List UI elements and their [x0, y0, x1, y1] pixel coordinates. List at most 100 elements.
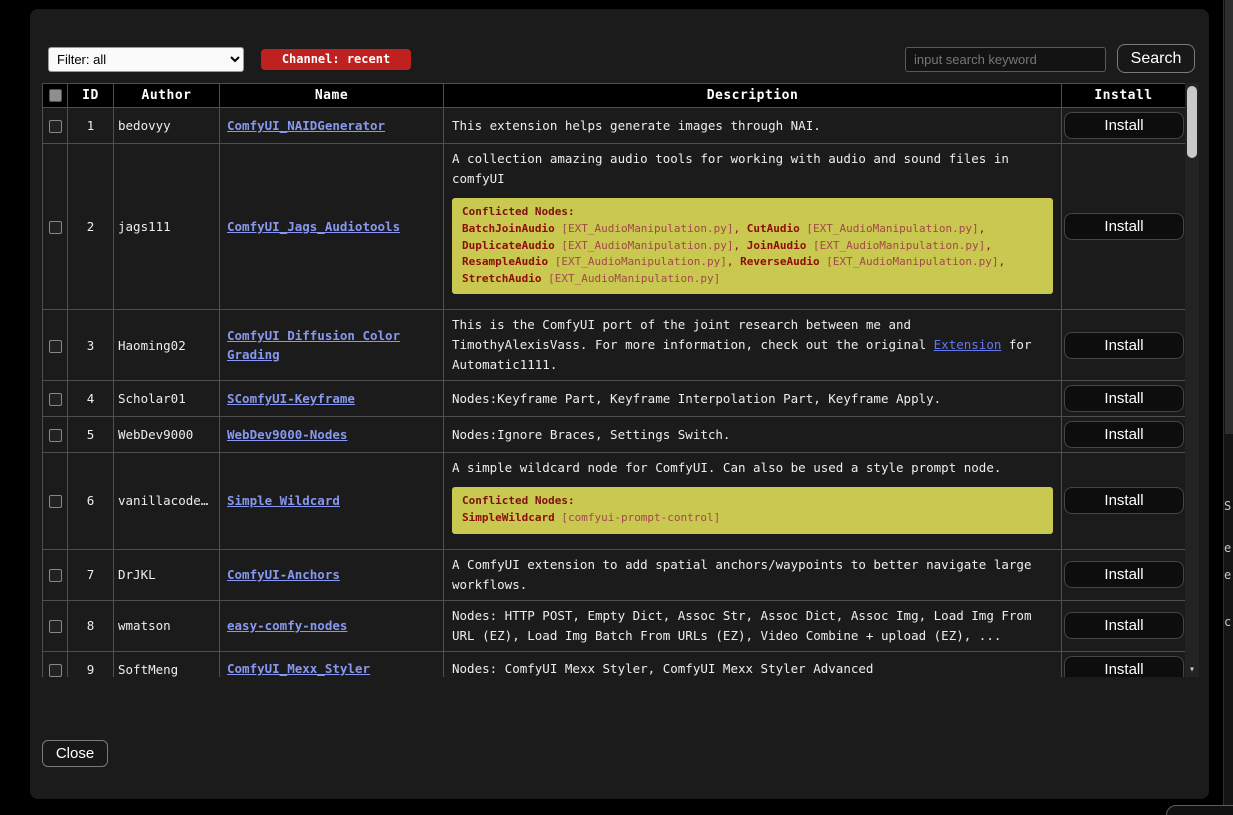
row-author: WebDev9000: [114, 417, 220, 453]
row-name-link[interactable]: Simple Wildcard: [227, 493, 340, 508]
table-body: 1 bedovyy ComfyUI_NAIDGenerator This ext…: [43, 108, 1186, 678]
select-all-checkbox[interactable]: [49, 89, 62, 102]
page-scroll-thumb[interactable]: [1225, 0, 1233, 434]
close-button[interactable]: Close: [42, 740, 108, 767]
row-checkbox[interactable]: [49, 340, 62, 353]
row-checkbox[interactable]: [49, 429, 62, 442]
row-checkbox[interactable]: [49, 620, 62, 633]
background-text-fragment: S: [1224, 499, 1231, 513]
filter-select[interactable]: Filter: all: [48, 47, 244, 72]
row-description: Nodes:Ignore Braces, Settings Switch.: [444, 417, 1062, 453]
background-text-fragment: c: [1224, 615, 1231, 629]
row-name-link[interactable]: ComfyUI_NAIDGenerator: [227, 118, 385, 133]
row-description: This is the ComfyUI port of the joint re…: [444, 310, 1062, 381]
header-select-all: [43, 84, 68, 108]
row-description: Nodes: ComfyUI Mexx Styler, ComfyUI Mexx…: [444, 651, 1062, 677]
description-text: Nodes:Keyframe Part, Keyframe Interpolat…: [452, 389, 1053, 409]
header-author: Author: [114, 84, 220, 108]
table-row: 7 DrJKL ComfyUI-Anchors A ComfyUI extens…: [43, 549, 1186, 600]
table-row: 4 Scholar01 SComfyUI-Keyframe Nodes:Keyf…: [43, 381, 1186, 417]
row-description: Nodes:Keyframe Part, Keyframe Interpolat…: [444, 381, 1062, 417]
description-text: Nodes:Ignore Braces, Settings Switch.: [452, 425, 1053, 445]
install-button[interactable]: Install: [1064, 612, 1184, 639]
table-row: 9 SoftMeng ComfyUI_Mexx_Styler Nodes: Co…: [43, 651, 1186, 677]
table-area: ID Author Name Description Install 1 bed…: [42, 83, 1199, 677]
row-name-link[interactable]: easy-comfy-nodes: [227, 618, 347, 633]
table-row: 5 WebDev9000 WebDev9000-Nodes Nodes:Igno…: [43, 417, 1186, 453]
row-id: 1: [68, 108, 114, 144]
description-text: A simple wildcard node for ComfyUI. Can …: [452, 458, 1053, 478]
table-row: 1 bedovyy ComfyUI_NAIDGenerator This ext…: [43, 108, 1186, 144]
row-description: A simple wildcard node for ComfyUI. Can …: [444, 453, 1062, 550]
row-author: wmatson: [114, 600, 220, 651]
description-text: A collection amazing audio tools for wor…: [452, 149, 1053, 189]
description-text: This extension helps generate images thr…: [452, 116, 1053, 136]
row-checkbox[interactable]: [49, 495, 62, 508]
install-button[interactable]: Install: [1064, 487, 1184, 514]
row-checkbox[interactable]: [49, 569, 62, 582]
row-id: 9: [68, 651, 114, 677]
install-button[interactable]: Install: [1064, 561, 1184, 588]
row-id: 8: [68, 600, 114, 651]
channel-badge: Channel: recent: [261, 49, 411, 70]
table-scrollbar[interactable]: ▾: [1185, 83, 1199, 677]
row-author: DrJKL: [114, 549, 220, 600]
row-author: bedovyy: [114, 108, 220, 144]
description-text: This is the ComfyUI port of the joint re…: [452, 315, 1053, 375]
row-id: 7: [68, 549, 114, 600]
install-button[interactable]: Install: [1064, 332, 1184, 359]
install-button[interactable]: Install: [1064, 421, 1184, 448]
table-row: 8 wmatson easy-comfy-nodes Nodes: HTTP P…: [43, 600, 1186, 651]
table-row: 3 Haoming02 ComfyUI Diffusion Color Grad…: [43, 310, 1186, 381]
row-description: This extension helps generate images thr…: [444, 108, 1062, 144]
search-button[interactable]: Search: [1117, 44, 1195, 73]
table-row: 6 vanillacode314 Simple Wildcard A simpl…: [43, 453, 1186, 550]
header-id: ID: [68, 84, 114, 108]
background-text-fragment: e: [1224, 568, 1231, 582]
row-checkbox[interactable]: [49, 393, 62, 406]
custom-nodes-dialog: Filter: all Channel: recent Search ID Au…: [30, 9, 1209, 799]
row-author: jags111: [114, 144, 220, 310]
install-button[interactable]: Install: [1064, 385, 1184, 412]
row-name-link[interactable]: ComfyUI_Jags_Audiotools: [227, 219, 400, 234]
install-button[interactable]: Install: [1064, 213, 1184, 240]
conflict-warning: Conflicted Nodes:SimpleWildcard [comfyui…: [452, 487, 1053, 534]
row-checkbox[interactable]: [49, 221, 62, 234]
row-id: 5: [68, 417, 114, 453]
description-link[interactable]: Extension: [934, 337, 1002, 352]
row-author: Scholar01: [114, 381, 220, 417]
row-checkbox[interactable]: [49, 120, 62, 133]
table-row: 2 jags111 ComfyUI_Jags_Audiotools A coll…: [43, 144, 1186, 310]
search-input[interactable]: [905, 47, 1106, 72]
row-checkbox[interactable]: [49, 664, 62, 677]
row-id: 2: [68, 144, 114, 310]
row-name-link[interactable]: ComfyUI Diffusion Color Grading: [227, 328, 400, 362]
description-text: A ComfyUI extension to add spatial ancho…: [452, 555, 1053, 595]
header-name: Name: [220, 84, 444, 108]
row-author: vanillacode314: [114, 453, 220, 550]
row-name-link[interactable]: ComfyUI_Mexx_Styler: [227, 661, 370, 676]
table-scroll-thumb[interactable]: [1187, 86, 1197, 158]
row-description: Nodes: HTTP POST, Empty Dict, Assoc Str,…: [444, 600, 1062, 651]
row-id: 3: [68, 310, 114, 381]
row-description: A collection amazing audio tools for wor…: [444, 144, 1062, 310]
custom-nodes-table: ID Author Name Description Install 1 bed…: [42, 83, 1186, 677]
row-id: 4: [68, 381, 114, 417]
row-name-link[interactable]: SComfyUI-Keyframe: [227, 391, 355, 406]
description-text: Nodes: HTTP POST, Empty Dict, Assoc Str,…: [452, 606, 1053, 646]
page-scrollbar[interactable]: [1223, 0, 1233, 815]
row-author: Haoming02: [114, 310, 220, 381]
row-author: SoftMeng: [114, 651, 220, 677]
row-id: 6: [68, 453, 114, 550]
install-button[interactable]: Install: [1064, 112, 1184, 139]
header-description: Description: [444, 84, 1062, 108]
install-button[interactable]: Install: [1064, 656, 1184, 678]
conflict-warning: Conflicted Nodes:BatchJoinAudio [EXT_Aud…: [452, 198, 1053, 294]
row-name-link[interactable]: ComfyUI-Anchors: [227, 567, 340, 582]
row-description: A ComfyUI extension to add spatial ancho…: [444, 549, 1062, 600]
scroll-down-arrow[interactable]: ▾: [1185, 664, 1199, 675]
table-header-row: ID Author Name Description Install: [43, 84, 1186, 108]
description-text: Nodes: ComfyUI Mexx Styler, ComfyUI Mexx…: [452, 659, 1053, 677]
row-name-link[interactable]: WebDev9000-Nodes: [227, 427, 347, 442]
header-install: Install: [1062, 84, 1186, 108]
